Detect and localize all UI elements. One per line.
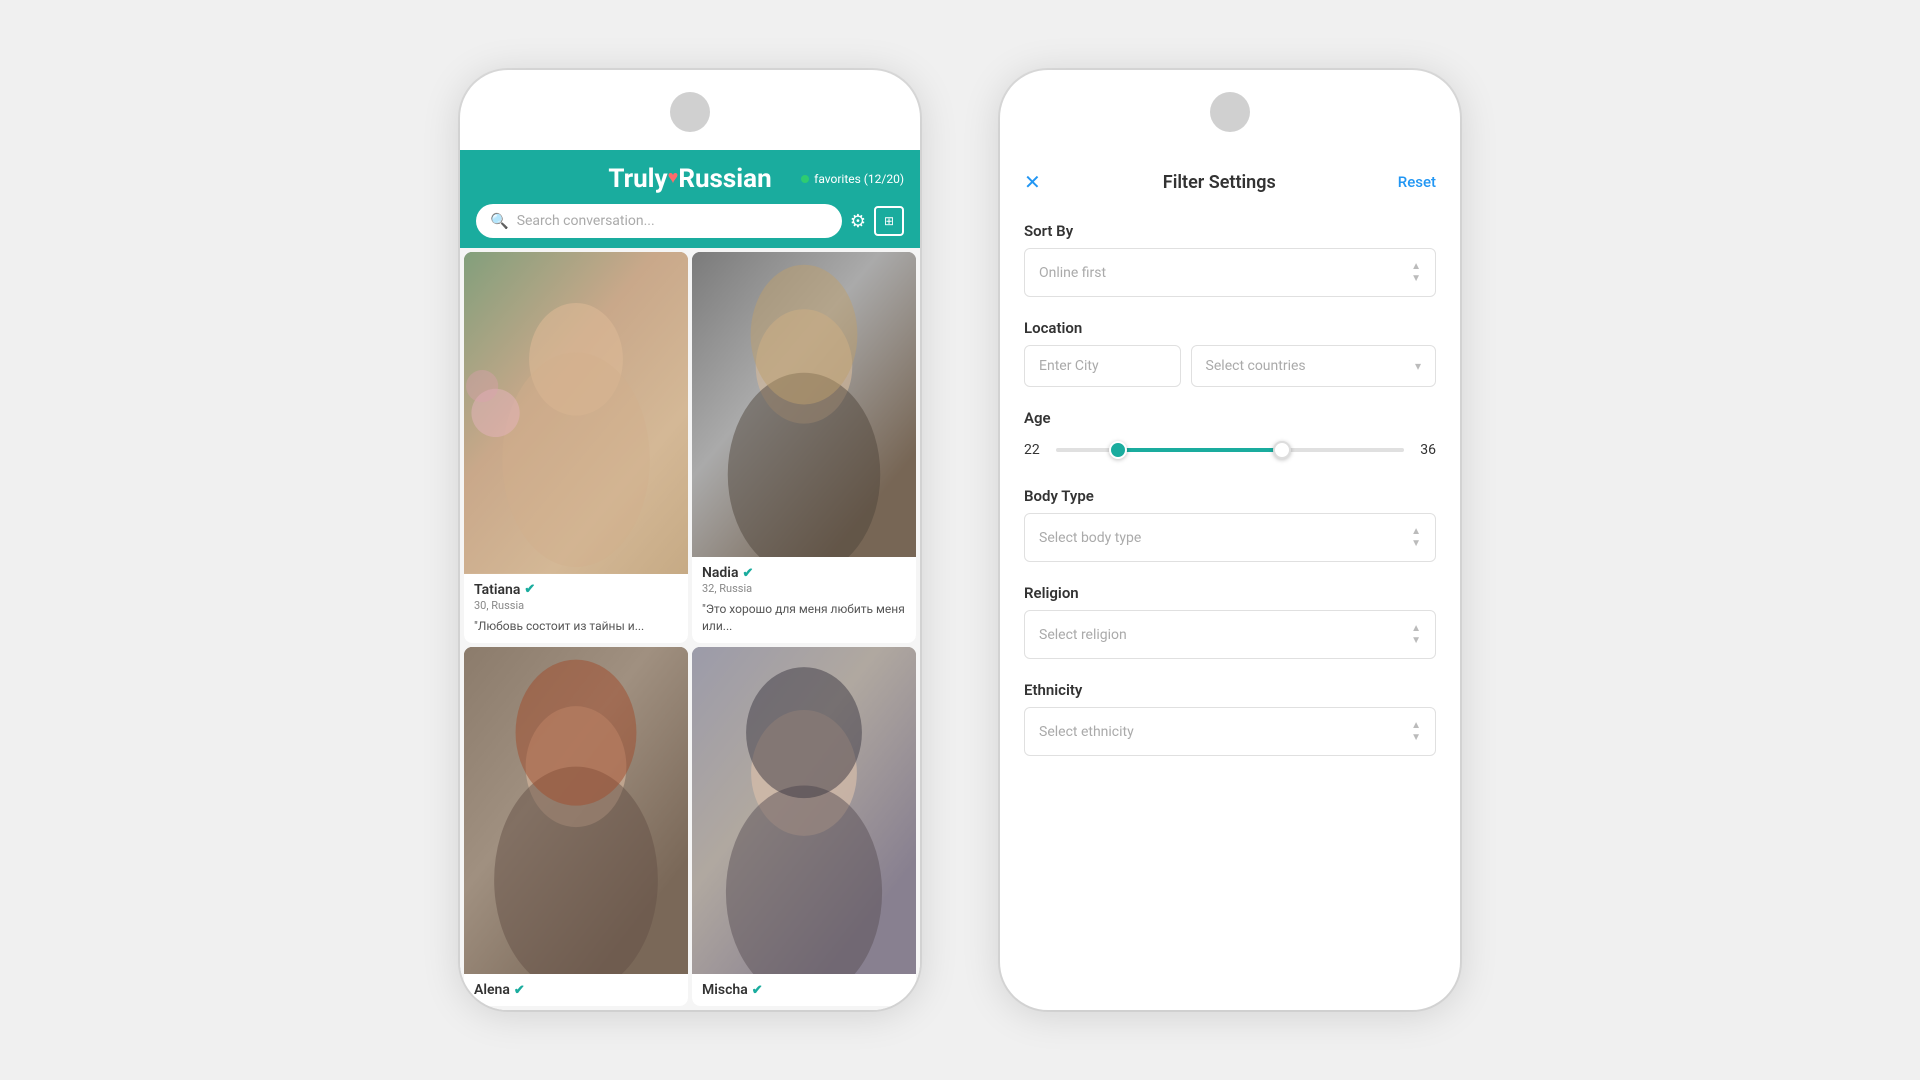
profile-image-tatiana	[464, 252, 688, 574]
age-track	[1056, 448, 1405, 452]
age-section: Age 22 36	[1024, 409, 1436, 465]
profile-info-mischa: Mischa ✔	[692, 974, 916, 1006]
religion-section: Religion Select religion ▲ ▼	[1024, 584, 1436, 659]
ethnicity-label: Ethnicity	[1024, 681, 1436, 699]
profile-info-nadia: Nadia ✔ 32, Russia "Это хорошо для меня …	[692, 557, 916, 643]
sort-by-label: Sort By	[1024, 222, 1436, 240]
age-thumb-left[interactable]	[1109, 441, 1127, 459]
profile-image-alena	[464, 647, 688, 974]
profile-name-row-nadia: Nadia ✔	[702, 565, 906, 581]
verified-icon-alena: ✔	[514, 983, 525, 998]
profile-card-mischa[interactable]: Mischa ✔	[692, 647, 916, 1006]
app-header: Truly ♥ Russian favorites (12/20) 🔍 Sear…	[460, 150, 920, 248]
body-type-section: Body Type Select body type ▲ ▼	[1024, 487, 1436, 562]
age-min-value: 22	[1024, 442, 1040, 458]
body-type-select[interactable]: Select body type ▲ ▼	[1024, 513, 1436, 562]
age-range-display: 22 36	[1024, 435, 1436, 465]
age-max-value: 36	[1420, 442, 1436, 458]
profile-location-tatiana: 30, Russia	[474, 599, 678, 612]
left-phone-inner: Truly ♥ Russian favorites (12/20) 🔍 Sear…	[460, 150, 920, 1010]
verified-icon-nadia: ✔	[742, 566, 753, 581]
sort-by-select[interactable]: Online first ▲ ▼	[1024, 248, 1436, 297]
sort-by-value: Online first	[1039, 265, 1106, 281]
location-section: Location Enter City Select countries ▾	[1024, 319, 1436, 387]
filter-title: Filter Settings	[1163, 172, 1276, 193]
profile-image-mischa	[692, 647, 916, 974]
age-slider[interactable]	[1056, 435, 1405, 465]
body-type-placeholder: Select body type	[1039, 530, 1141, 546]
location-row: Enter City Select countries ▾	[1024, 345, 1436, 387]
ethnicity-select[interactable]: Select ethnicity ▲ ▼	[1024, 707, 1436, 756]
right-phone-inner: ✕ Filter Settings Reset Sort By Online f…	[1000, 150, 1460, 1010]
age-label: Age	[1024, 409, 1436, 427]
favorites-label: favorites (12/20)	[814, 172, 904, 186]
religion-label: Religion	[1024, 584, 1436, 602]
screens-container: Truly ♥ Russian favorites (12/20) 🔍 Sear…	[0, 70, 1920, 1010]
religion-select[interactable]: Select religion ▲ ▼	[1024, 610, 1436, 659]
profile-location-nadia: 32, Russia	[702, 582, 906, 595]
age-thumb-right[interactable]	[1273, 441, 1291, 459]
verified-icon-tatiana: ✔	[524, 582, 535, 597]
profile-quote-nadia: "Это хорошо для меня любить меня или...	[702, 601, 906, 635]
search-icon: 🔍	[490, 212, 509, 230]
app-logo: Truly ♥ Russian	[608, 164, 771, 194]
profile-name-row-mischa: Mischa ✔	[702, 982, 906, 998]
header-actions: ⚙ ⊞	[850, 206, 904, 236]
favorites-badge: favorites (12/20)	[801, 172, 904, 186]
profile-info-alena: Alena ✔	[464, 974, 688, 1006]
logo-truly: Truly	[608, 164, 667, 194]
search-row: 🔍 Search conversation... ⚙ ⊞	[476, 204, 904, 238]
filter-close-button[interactable]: ✕	[1024, 170, 1041, 194]
sort-by-arrows: ▲ ▼	[1411, 261, 1421, 284]
app-header-top: Truly ♥ Russian favorites (12/20)	[476, 164, 904, 194]
profile-name-tatiana: Tatiana	[474, 582, 520, 598]
logo-russian: Russian	[678, 164, 771, 194]
profile-grid: Tatiana ✔ 30, Russia "Любовь состоит из …	[460, 248, 920, 1010]
country-dropdown-arrow: ▾	[1415, 359, 1421, 373]
city-input[interactable]: Enter City	[1024, 345, 1181, 387]
city-placeholder: Enter City	[1039, 358, 1099, 374]
location-label: Location	[1024, 319, 1436, 337]
profile-quote-tatiana: "Любовь состоит из тайны и...	[474, 618, 678, 635]
profile-card-nadia[interactable]: Nadia ✔ 32, Russia "Это хорошо для меня …	[692, 252, 916, 643]
body-type-label: Body Type	[1024, 487, 1436, 505]
filter-screen: ✕ Filter Settings Reset Sort By Online f…	[1000, 150, 1460, 1010]
profile-card-alena[interactable]: Alena ✔	[464, 647, 688, 1006]
sort-by-section: Sort By Online first ▲ ▼	[1024, 222, 1436, 297]
search-placeholder: Search conversation...	[517, 213, 655, 229]
grid-view-icon[interactable]: ⊞	[874, 206, 904, 236]
profile-name-row-tatiana: Tatiana ✔	[474, 582, 678, 598]
filter-icon[interactable]: ⚙	[850, 211, 866, 232]
profile-name-mischa: Mischa	[702, 982, 748, 998]
right-phone: ✕ Filter Settings Reset Sort By Online f…	[1000, 70, 1460, 1010]
body-type-arrows: ▲ ▼	[1411, 526, 1421, 549]
religion-placeholder: Select religion	[1039, 627, 1127, 643]
country-select[interactable]: Select countries ▾	[1191, 345, 1436, 387]
profile-card-tatiana[interactable]: Tatiana ✔ 30, Russia "Любовь состоит из …	[464, 252, 688, 643]
filter-reset-button[interactable]: Reset	[1398, 173, 1436, 191]
filter-header: ✕ Filter Settings Reset	[1024, 170, 1436, 194]
ethnicity-section: Ethnicity Select ethnicity ▲ ▼	[1024, 681, 1436, 756]
country-placeholder: Select countries	[1206, 358, 1306, 374]
profile-name-nadia: Nadia	[702, 565, 738, 581]
profile-name-alena: Alena	[474, 982, 510, 998]
ethnicity-arrows: ▲ ▼	[1411, 720, 1421, 743]
profile-info-tatiana: Tatiana ✔ 30, Russia "Любовь состоит из …	[464, 574, 688, 643]
profile-image-nadia	[692, 252, 916, 557]
age-track-fill	[1118, 448, 1282, 452]
religion-arrows: ▲ ▼	[1411, 623, 1421, 646]
verified-icon-mischa: ✔	[752, 983, 763, 998]
left-phone: Truly ♥ Russian favorites (12/20) 🔍 Sear…	[460, 70, 920, 1010]
profile-name-row-alena: Alena ✔	[474, 982, 678, 998]
ethnicity-placeholder: Select ethnicity	[1039, 724, 1134, 740]
logo-heart-icon: ♥	[668, 167, 679, 188]
online-dot-icon	[801, 175, 809, 183]
search-box[interactable]: 🔍 Search conversation...	[476, 204, 842, 238]
